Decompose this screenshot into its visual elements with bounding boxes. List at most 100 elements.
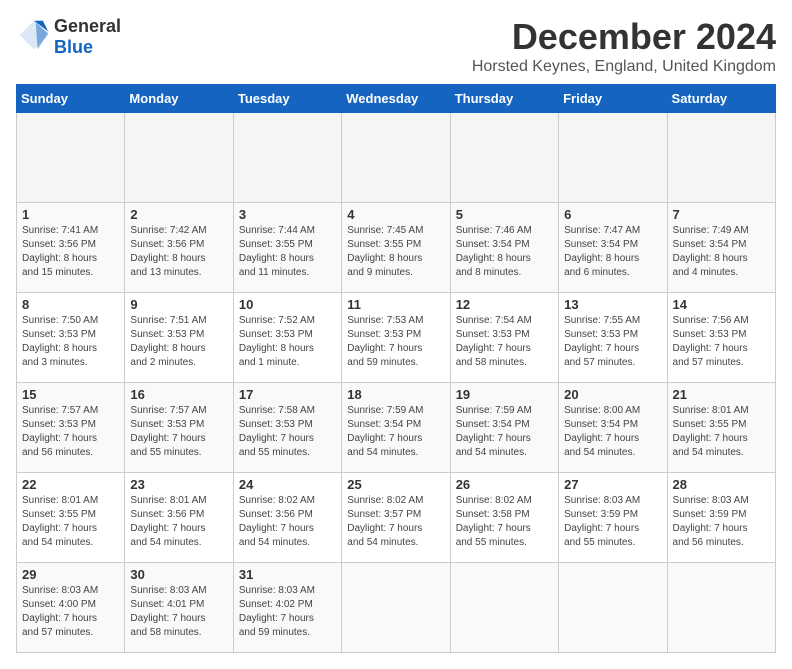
day-number: 29 [22,567,119,582]
calendar-day-cell: 3Sunrise: 7:44 AM Sunset: 3:55 PM Daylig… [233,203,341,293]
calendar-day-cell: 31 Sunrise: 8:03 AM Sunset: 4:02 PM Dayli… [233,563,341,653]
calendar-week-row: 22Sunrise: 8:01 AM Sunset: 3:55 PM Dayli… [17,473,776,563]
title-block: December 2024 Horsted Keynes, England, U… [472,16,776,76]
day-detail: Sunrise: 8:03 AM Sunset: 3:59 PM Dayligh… [673,494,770,550]
day-number: 10 [239,297,336,312]
calendar-day-cell: 1Sunrise: 7:41 AM Sunset: 3:56 PM Daylig… [17,203,125,293]
day-number: 15 [22,387,119,402]
day-number: 7 [673,207,770,222]
day-number: 14 [673,297,770,312]
logo-icon [18,19,50,51]
calendar-day-cell: 6Sunrise: 7:47 AM Sunset: 3:54 PM Daylig… [559,203,667,293]
day-detail: Sunrise: 7:45 AM Sunset: 3:55 PM Dayligh… [347,224,444,280]
calendar-day-cell: 10 Sunrise: 7:52 AM Sunset: 3:53 PM Dayli… [233,293,341,383]
calendar-day-cell: 20Sunrise: 8:00 AM Sunset: 3:54 PM Dayli… [559,383,667,473]
day-number: 8 [22,297,119,312]
day-number: 20 [564,387,661,402]
day-number: 12 [456,297,553,312]
calendar-day-cell: 24 Sunrise: 8:02 AM Sunset: 3:56 PM Dayli… [233,473,341,563]
calendar-day-cell: 16 Sunrise: 7:57 AM Sunset: 3:53 PM Dayli… [125,383,233,473]
day-number: 2 [130,207,227,222]
calendar-table: SundayMondayTuesdayWednesdayThursdayFrid… [16,84,776,653]
calendar-day-cell: 11 Sunrise: 7:53 AM Sunset: 3:53 PM Dayli… [342,293,450,383]
logo-general: General [54,16,121,37]
calendar-day-cell [667,563,775,653]
calendar-day-cell: 26Sunrise: 8:02 AM Sunset: 3:58 PM Dayli… [450,473,558,563]
day-detail: Sunrise: 7:59 AM Sunset: 3:54 PM Dayligh… [456,404,553,460]
calendar-day-cell: 9 Sunrise: 7:51 AM Sunset: 3:53 PM Daylig… [125,293,233,383]
day-detail: Sunrise: 7:54 AM Sunset: 3:53 PM Dayligh… [456,314,553,370]
day-detail: Sunrise: 7:42 AM Sunset: 3:56 PM Dayligh… [130,224,227,280]
calendar-day-cell: 30 Sunrise: 8:03 AM Sunset: 4:01 PM Dayli… [125,563,233,653]
day-number: 31 [239,567,336,582]
month-title: December 2024 [472,16,776,58]
logo: General Blue [16,16,121,58]
day-detail: Sunrise: 8:03 AM Sunset: 4:02 PM Dayligh… [239,584,336,640]
day-number: 24 [239,477,336,492]
day-detail: Sunrise: 7:57 AM Sunset: 3:53 PM Dayligh… [22,404,119,460]
calendar-day-cell: 17 Sunrise: 7:58 AM Sunset: 3:53 PM Dayli… [233,383,341,473]
calendar-day-cell: 23Sunrise: 8:01 AM Sunset: 3:56 PM Dayli… [125,473,233,563]
day-number: 3 [239,207,336,222]
calendar-day-cell: 14 Sunrise: 7:56 AM Sunset: 3:53 PM Dayli… [667,293,775,383]
day-number: 27 [564,477,661,492]
calendar-day-cell [233,113,341,203]
day-number: 22 [22,477,119,492]
calendar-day-cell: 28 Sunrise: 8:03 AM Sunset: 3:59 PM Dayli… [667,473,775,563]
calendar-week-row: 1Sunrise: 7:41 AM Sunset: 3:56 PM Daylig… [17,203,776,293]
calendar-day-cell: 7 Sunrise: 7:49 AM Sunset: 3:54 PM Daylig… [667,203,775,293]
day-detail: Sunrise: 7:56 AM Sunset: 3:53 PM Dayligh… [673,314,770,370]
calendar-day-cell: 29 Sunrise: 8:03 AM Sunset: 4:00 PM Dayli… [17,563,125,653]
calendar-day-cell: 4 Sunrise: 7:45 AM Sunset: 3:55 PM Daylig… [342,203,450,293]
day-detail: Sunrise: 7:55 AM Sunset: 3:53 PM Dayligh… [564,314,661,370]
day-number: 1 [22,207,119,222]
day-detail: Sunrise: 7:51 AM Sunset: 3:53 PM Dayligh… [130,314,227,370]
header-friday: Friday [559,85,667,113]
calendar-week-row: 29 Sunrise: 8:03 AM Sunset: 4:00 PM Dayli… [17,563,776,653]
day-detail: Sunrise: 7:58 AM Sunset: 3:53 PM Dayligh… [239,404,336,460]
header-sunday: Sunday [17,85,125,113]
day-detail: Sunrise: 8:02 AM Sunset: 3:56 PM Dayligh… [239,494,336,550]
calendar-day-cell: 13Sunrise: 7:55 AM Sunset: 3:53 PM Dayli… [559,293,667,383]
calendar-day-cell: 5Sunrise: 7:46 AM Sunset: 3:54 PM Daylig… [450,203,558,293]
day-number: 9 [130,297,227,312]
day-number: 26 [456,477,553,492]
calendar-day-cell: 8 Sunrise: 7:50 AM Sunset: 3:53 PM Daylig… [17,293,125,383]
calendar-day-cell [667,113,775,203]
day-number: 28 [673,477,770,492]
calendar-day-cell: 15 Sunrise: 7:57 AM Sunset: 3:53 PM Dayli… [17,383,125,473]
day-detail: Sunrise: 7:52 AM Sunset: 3:53 PM Dayligh… [239,314,336,370]
calendar-day-cell [342,563,450,653]
calendar-day-cell: 2 Sunrise: 7:42 AM Sunset: 3:56 PM Daylig… [125,203,233,293]
day-detail: Sunrise: 8:02 AM Sunset: 3:57 PM Dayligh… [347,494,444,550]
day-number: 25 [347,477,444,492]
calendar-day-cell: 22Sunrise: 8:01 AM Sunset: 3:55 PM Dayli… [17,473,125,563]
header-thursday: Thursday [450,85,558,113]
day-number: 30 [130,567,227,582]
day-detail: Sunrise: 7:50 AM Sunset: 3:53 PM Dayligh… [22,314,119,370]
calendar-day-cell [450,113,558,203]
day-detail: Sunrise: 7:53 AM Sunset: 3:53 PM Dayligh… [347,314,444,370]
calendar-day-cell: 27 Sunrise: 8:03 AM Sunset: 3:59 PM Dayli… [559,473,667,563]
day-number: 16 [130,387,227,402]
calendar-day-cell [17,113,125,203]
calendar-day-cell [342,113,450,203]
day-number: 17 [239,387,336,402]
header-saturday: Saturday [667,85,775,113]
calendar-day-cell [125,113,233,203]
calendar-day-cell: 21Sunrise: 8:01 AM Sunset: 3:55 PM Dayli… [667,383,775,473]
day-number: 4 [347,207,444,222]
calendar-day-cell [559,563,667,653]
day-detail: Sunrise: 8:03 AM Sunset: 4:01 PM Dayligh… [130,584,227,640]
day-detail: Sunrise: 7:57 AM Sunset: 3:53 PM Dayligh… [130,404,227,460]
day-detail: Sunrise: 8:03 AM Sunset: 3:59 PM Dayligh… [564,494,661,550]
day-detail: Sunrise: 8:01 AM Sunset: 3:55 PM Dayligh… [673,404,770,460]
day-detail: Sunrise: 8:03 AM Sunset: 4:00 PM Dayligh… [22,584,119,640]
day-number: 19 [456,387,553,402]
day-number: 18 [347,387,444,402]
day-detail: Sunrise: 7:49 AM Sunset: 3:54 PM Dayligh… [673,224,770,280]
day-number: 6 [564,207,661,222]
day-number: 5 [456,207,553,222]
calendar-day-cell: 12 Sunrise: 7:54 AM Sunset: 3:53 PM Dayli… [450,293,558,383]
day-number: 11 [347,297,444,312]
